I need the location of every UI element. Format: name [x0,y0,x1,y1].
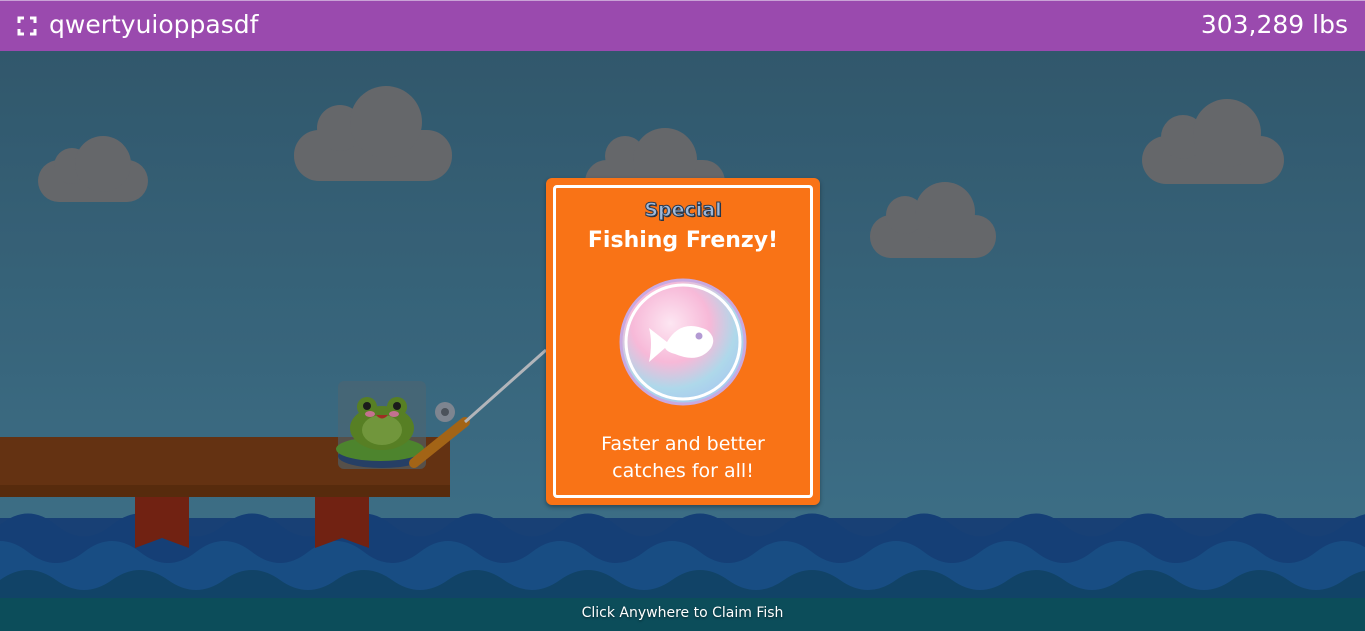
claim-instruction: Click Anywhere to Claim Fish [581,605,784,621]
top-bar: qwertyuioppasdf 303,289 lbs [0,0,1365,51]
event-title: Fishing Frenzy! [587,228,779,253]
frog-icon [336,381,426,469]
description-line-2: catches for all! [612,460,754,482]
event-description: Faster and better catches for all! [556,431,810,485]
description-line-1: Faster and better [601,433,765,455]
event-card[interactable]: Special Fishing Frenzy! Faster and bette… [546,178,820,505]
fish-icon [619,278,747,406]
total-weight: 303,289 lbs [1200,10,1348,39]
fullscreen-icon[interactable] [17,16,37,36]
player-name: qwertyuioppasdf [49,10,259,39]
special-badge: Special [644,199,722,222]
